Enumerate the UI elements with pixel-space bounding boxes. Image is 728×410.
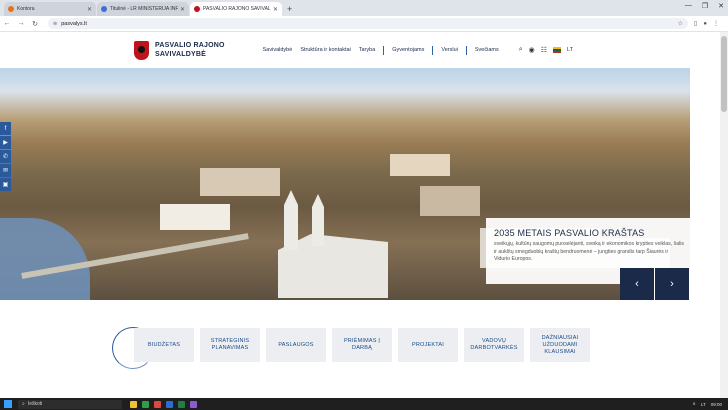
quick-link-duk[interactable]: DAŽNIAUSIAI UŽDUODAMI KLAUSIMAI (530, 328, 590, 362)
quick-link-projektai[interactable]: PROJEKTAI (398, 328, 458, 362)
tab-label: Kontora (17, 6, 35, 12)
logo-text: PASVALIO RAJONO SAVIVALDYBĖ (155, 41, 225, 59)
chrome-icon[interactable] (154, 400, 161, 408)
keyboard-language[interactable]: LT (701, 402, 706, 407)
bookmark-star-icon[interactable]: ☆ (678, 20, 683, 27)
site-header: PASVALIO RAJONO SAVIVALDYBĖ Savivaldybė … (0, 32, 720, 68)
minimize-icon[interactable]: — (685, 2, 692, 10)
clock[interactable]: 09:00 (711, 402, 722, 407)
hero-image-building (420, 186, 480, 216)
app-icon[interactable] (142, 400, 149, 408)
lithuania-flag-icon[interactable] (553, 47, 562, 53)
nav-item-sveciams[interactable]: Svečiams (475, 47, 499, 53)
slider-next-button[interactable]: › (655, 268, 690, 300)
search-icon: ⌕ (22, 401, 25, 407)
tray-expand-icon[interactable]: ∧ (693, 401, 696, 407)
close-window-icon[interactable]: ✕ (718, 2, 724, 10)
close-tab-icon[interactable]: ✕ (87, 6, 92, 13)
os-taskbar: ⌕ Ieškoti ∧ LT 09:00 (0, 398, 728, 410)
scrollbar-thumb[interactable] (721, 36, 727, 112)
start-icon[interactable] (4, 400, 12, 408)
browser-tab-2[interactable]: Titulinė - LR MINISTERIJA INF... ✕ (97, 2, 189, 16)
browser-tab-bar: Kontora ✕ Titulinė - LR MINISTERIJA INF.… (0, 0, 728, 16)
youtube-icon[interactable]: ▶ (0, 136, 11, 149)
window-controls: — ❐ ✕ (685, 2, 724, 10)
system-tray: ∧ LT 09:00 (693, 401, 722, 407)
hero-image-building (160, 204, 230, 230)
logo-line-1: PASVALIO RAJONO (155, 42, 225, 49)
facebook-icon[interactable]: f (0, 122, 11, 135)
hero-image-building (200, 168, 280, 196)
email-icon[interactable]: ✉ (0, 164, 11, 177)
url-text: pasvalys.lt (61, 20, 87, 27)
file-explorer-icon[interactable] (130, 400, 137, 408)
hero-banner: 2035 METAIS PASVALIO KRAŠTAS sveikųjų, k… (0, 68, 690, 300)
quick-link-paslaugos[interactable]: PASLAUGOS (266, 328, 326, 362)
language-selector[interactable]: LT (567, 47, 573, 53)
site-info-icon[interactable]: ⊜ (53, 21, 57, 27)
accessibility-icon[interactable]: ◉ (529, 46, 535, 54)
reload-icon[interactable]: ↻ (28, 20, 42, 28)
nav-item-savivaldybe[interactable]: Savivaldybė (263, 47, 293, 53)
nav-item-taryba[interactable]: Taryba (359, 47, 376, 53)
url-input[interactable]: ⊜ pasvalys.lt ☆ (48, 18, 688, 29)
tab-label: PASVALIO RAJONO SAVIVALDY... (203, 6, 271, 12)
close-tab-icon[interactable]: ✕ (273, 6, 278, 13)
hero-image-church-tower (312, 194, 324, 246)
tab-favicon-icon (8, 6, 14, 12)
quick-link-vadovu-darbotvarkes[interactable]: VADOVŲ DARBOTVARKĖS (464, 328, 524, 362)
quick-link-biudzetas[interactable]: BIUDŽETAS (134, 328, 194, 362)
social-sidebar: f ▶ ✆ ✉ ▣ (0, 122, 11, 191)
excel-icon[interactable] (178, 400, 185, 408)
search-icon[interactable]: ⌕ (519, 46, 523, 54)
quick-link-priemimas-i-darba[interactable]: PRIĖMIMAS Į DARBĄ (332, 328, 392, 362)
phone-icon[interactable]: ✆ (0, 150, 11, 163)
slider-prev-button[interactable]: ‹ (620, 268, 655, 300)
tab-favicon-icon (101, 6, 107, 12)
hero-image-river (0, 218, 90, 300)
back-icon[interactable]: ← (0, 20, 14, 27)
address-bar-row: ← → ↻ ⊜ pasvalys.lt ☆ ▯ ● ⋮ (0, 16, 728, 32)
header-tools: ⌕ ◉ ☷ LT (519, 46, 573, 54)
sitemap-icon[interactable]: ☷ (541, 46, 547, 54)
nav-divider (465, 45, 467, 55)
nav-item-struktura[interactable]: Struktūra ir kontaktai (300, 47, 350, 53)
tab-favicon-icon (194, 6, 200, 12)
hero-image-building (390, 154, 450, 176)
quick-link-strateginis-planavimas[interactable]: STRATEGINIS PLANAVIMAS (200, 328, 260, 362)
close-tab-icon[interactable]: ✕ (180, 6, 185, 13)
hero-image-church-tower (284, 190, 298, 250)
main-nav: Savivaldybė Struktūra ir kontaktai Taryb… (263, 45, 507, 55)
sidebar-panel-icon[interactable]: ▯ (694, 20, 697, 27)
taskbar-search-placeholder: Ieškoti (27, 401, 43, 407)
browser-tab-3[interactable]: PASVALIO RAJONO SAVIVALDY... ✕ (190, 2, 282, 16)
print-icon[interactable]: ▣ (0, 178, 11, 191)
hero-text: sveikųjų, kultūrų saugomų puoselėjanti, … (494, 241, 685, 262)
maximize-icon[interactable]: ❐ (702, 2, 708, 10)
taskbar-apps (130, 400, 197, 408)
app-icon[interactable] (190, 400, 197, 408)
nav-divider (383, 45, 385, 55)
coat-of-arms-icon (134, 40, 149, 60)
profile-icon[interactable]: ● (703, 21, 707, 27)
nav-item-verslui[interactable]: Verslui (441, 47, 458, 53)
new-tab-button[interactable]: + (287, 2, 292, 16)
tab-label: Titulinė - LR MINISTERIJA INF... (110, 6, 178, 12)
forward-icon[interactable]: → (14, 20, 28, 27)
hero-title: 2035 METAIS PASVALIO KRAŠTAS (494, 228, 645, 238)
word-icon[interactable] (166, 400, 173, 408)
hero-slider-controls: ‹ › (620, 268, 690, 300)
page-scrollbar[interactable] (720, 32, 728, 398)
browser-tab-1[interactable]: Kontora ✕ (4, 2, 96, 16)
browser-menu-icon[interactable]: ⋮ (713, 20, 719, 27)
site-logo[interactable]: PASVALIO RAJONO SAVIVALDYBĖ (134, 40, 225, 60)
nav-item-gyventojams[interactable]: Gyventojams (392, 47, 424, 53)
taskbar-search-input[interactable]: ⌕ Ieškoti (18, 399, 122, 409)
logo-line-2: SAVIVALDYBĖ (155, 51, 206, 58)
nav-divider (432, 45, 434, 55)
